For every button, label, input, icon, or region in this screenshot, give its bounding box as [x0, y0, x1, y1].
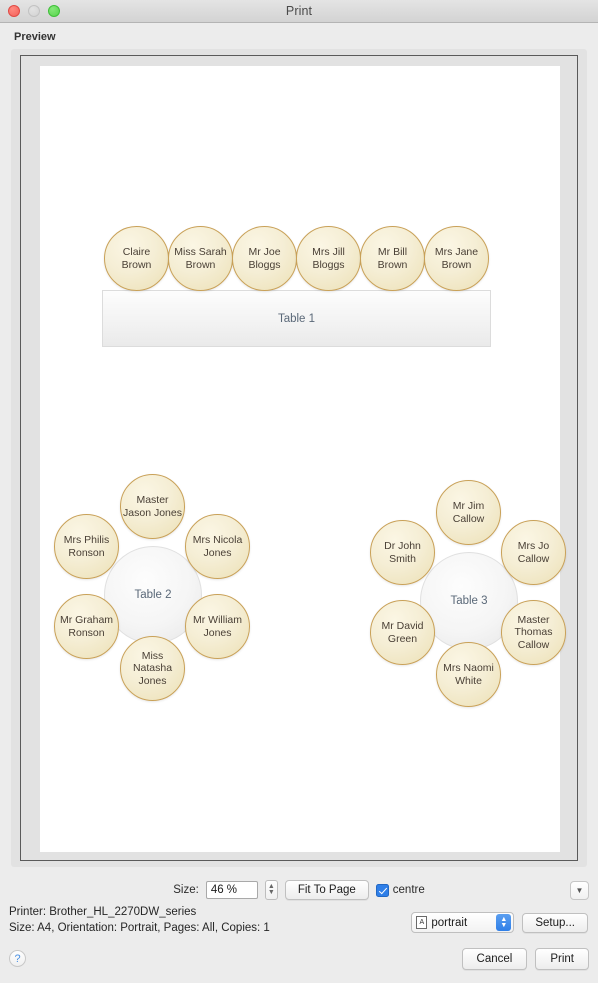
- table-label: Table 3: [450, 595, 488, 607]
- size-input[interactable]: [205, 881, 258, 899]
- guest-name: Mrs Jo Callow: [517, 540, 550, 565]
- portrait-document-icon: A: [416, 916, 428, 929]
- size-label: Size:: [173, 884, 199, 896]
- guest-name: Mrs Jane Brown: [434, 246, 479, 271]
- cancel-button[interactable]: Cancel: [461, 948, 528, 970]
- guest-circle[interactable]: Mrs Nicola Jones: [185, 514, 250, 579]
- window-titlebar: Print: [0, 0, 598, 23]
- guest-circle[interactable]: Dr John Smith: [370, 520, 435, 585]
- guest-circle[interactable]: Mrs Jill Bloggs: [296, 226, 361, 291]
- guest-name: Mr William Jones: [193, 614, 242, 639]
- preview-area: Claire Brown Miss Sarah Brown Mr Joe Blo…: [11, 49, 587, 867]
- guest-circle[interactable]: Mr Jim Callow: [436, 480, 501, 545]
- zoom-button[interactable]: [48, 5, 60, 17]
- guest-name: Mr Joe Bloggs: [248, 246, 281, 271]
- guest-circle[interactable]: Miss Sarah Brown: [168, 226, 233, 291]
- guest-name: Miss Sarah Brown: [174, 246, 227, 271]
- chevron-down-icon: ▼: [500, 921, 508, 929]
- dialog-footer: ? Cancel Print: [0, 948, 598, 976]
- stepper-down-icon: ▼: [267, 889, 275, 896]
- guest-name: Mr Bill Brown: [377, 246, 408, 271]
- help-button[interactable]: ?: [9, 950, 26, 967]
- guest-name: Mr David Green: [381, 620, 424, 645]
- guest-circle[interactable]: Mr William Jones: [185, 594, 250, 659]
- guest-name: Mr Jim Callow: [452, 500, 485, 525]
- close-button[interactable]: [8, 5, 20, 17]
- size-toolbar: Size: ▲ ▼ Fit To Page centre: [0, 876, 598, 904]
- fit-to-page-button[interactable]: Fit To Page: [284, 880, 369, 900]
- guest-name: Dr John Smith: [384, 540, 421, 565]
- guest-name: Mr Graham Ronson: [59, 614, 114, 639]
- printer-info: Printer: Brother_HL_2270DW_series Size: …: [9, 905, 270, 936]
- print-page[interactable]: Claire Brown Miss Sarah Brown Mr Joe Blo…: [40, 66, 566, 852]
- guest-circle[interactable]: Mr Joe Bloggs: [232, 226, 297, 291]
- guest-name: Mrs Philis Ronson: [63, 534, 110, 559]
- table-label: Table 1: [277, 312, 316, 325]
- minimize-button[interactable]: [28, 5, 40, 17]
- orientation-row: A portrait ▲ ▼ Setup...: [411, 912, 588, 933]
- size-stepper[interactable]: ▲ ▼: [264, 880, 278, 900]
- guest-circle[interactable]: Mrs Jane Brown: [424, 226, 489, 291]
- guest-circle[interactable]: Master Thomas Callow: [501, 600, 566, 665]
- guest-name: Master Thomas Callow: [514, 614, 553, 651]
- orientation-value: portrait: [431, 916, 468, 929]
- guest-circle[interactable]: Miss Natasha Jones: [120, 636, 185, 701]
- guest-name: Mrs Naomi White: [443, 662, 494, 687]
- guest-circle[interactable]: Mrs Jo Callow: [501, 520, 566, 585]
- footer-buttons: Cancel Print: [461, 948, 589, 970]
- guest-circle[interactable]: Mrs Philis Ronson: [54, 514, 119, 579]
- table-label: Table 2: [134, 589, 172, 601]
- centre-checkbox-wrap[interactable]: centre: [375, 883, 425, 897]
- guest-circle[interactable]: Mr David Green: [370, 600, 435, 665]
- centre-label: centre: [392, 884, 425, 896]
- print-button[interactable]: Print: [535, 948, 589, 970]
- preview-frame: Claire Brown Miss Sarah Brown Mr Joe Blo…: [20, 55, 578, 861]
- setup-button[interactable]: Setup...: [522, 912, 588, 933]
- printer-name-line: Printer: Brother_HL_2270DW_series: [9, 906, 197, 918]
- guest-circle[interactable]: Master Jason Jones: [120, 474, 185, 539]
- table-shape-1[interactable]: Table 1: [102, 290, 491, 347]
- expander-button[interactable]: ▼: [570, 881, 589, 900]
- guest-name: Master Jason Jones: [123, 494, 182, 519]
- window-title: Print: [285, 4, 313, 18]
- guest-name: Miss Natasha Jones: [132, 650, 173, 687]
- centre-checkbox[interactable]: [375, 883, 389, 897]
- chevron-down-icon: ▼: [575, 886, 584, 895]
- preview-label: Preview: [14, 31, 56, 43]
- select-arrows-icon[interactable]: ▲ ▼: [496, 914, 512, 931]
- printer-size-line: Size: A4, Orientation: Portrait, Pages: …: [9, 921, 270, 934]
- guest-name: Mrs Nicola Jones: [192, 534, 243, 559]
- guest-name: Mrs Jill Bloggs: [312, 246, 345, 271]
- guest-circle[interactable]: Claire Brown: [104, 226, 169, 291]
- orientation-select[interactable]: A portrait ▲ ▼: [411, 912, 515, 933]
- window-controls: [8, 0, 60, 22]
- seating-plan: Claire Brown Miss Sarah Brown Mr Joe Blo…: [40, 66, 566, 852]
- guest-circle[interactable]: Mr Bill Brown: [360, 226, 425, 291]
- guest-name: Claire Brown: [121, 246, 152, 271]
- guest-circle[interactable]: Mrs Naomi White: [436, 642, 501, 707]
- guest-circle[interactable]: Mr Graham Ronson: [54, 594, 119, 659]
